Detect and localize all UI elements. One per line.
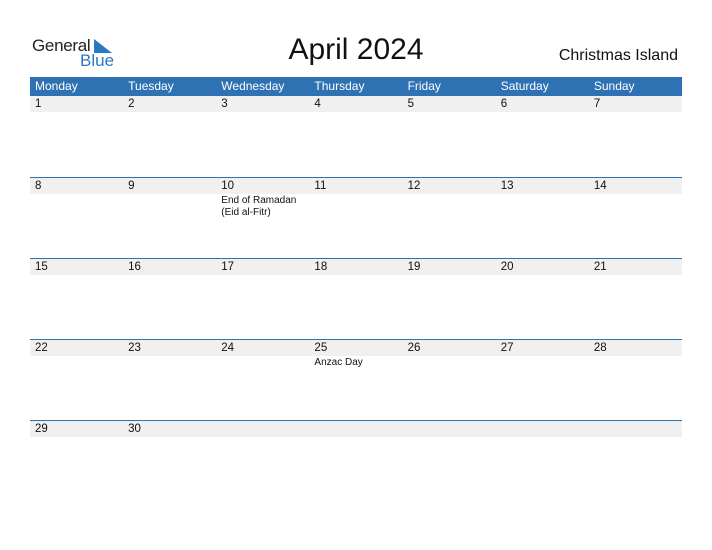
day-number: 3: [216, 96, 310, 112]
day-cell: 17: [216, 259, 310, 339]
day-cell: 22: [30, 340, 124, 420]
day-cell: 6: [495, 96, 589, 177]
holiday-label: End of Ramadan (Eid al-Fitr): [221, 195, 297, 218]
day-number: 6: [495, 96, 589, 112]
day-number: 19: [402, 259, 496, 275]
empty-day-cell: [402, 421, 496, 438]
day-cell: 29: [30, 421, 124, 438]
day-number: 1: [30, 96, 124, 112]
day-number: 16: [123, 259, 217, 275]
day-number: 24: [216, 340, 310, 356]
day-cell: 7: [588, 96, 682, 177]
day-number: 18: [309, 259, 403, 275]
day-cell: 12: [402, 178, 496, 258]
day-cell: 4: [309, 96, 403, 177]
week-row: 1234567: [30, 96, 682, 177]
weekday-tuesday: Tuesday: [128, 79, 174, 93]
day-cell: 19: [402, 259, 496, 339]
day-number: 26: [402, 340, 496, 356]
day-number: 27: [495, 340, 589, 356]
day-number: 29: [30, 421, 124, 437]
day-number: 20: [495, 259, 589, 275]
day-cell: 5: [402, 96, 496, 177]
day-number: 30: [123, 421, 217, 437]
empty-day-cell: [216, 421, 310, 438]
day-number: [402, 421, 496, 437]
weekday-sunday: Sunday: [593, 79, 635, 93]
day-cell: 24: [216, 340, 310, 420]
empty-day-cell: [309, 421, 403, 438]
day-cell: 25 Anzac Day: [309, 340, 403, 420]
day-cell: 26: [402, 340, 496, 420]
day-number: 2: [123, 96, 217, 112]
day-cell: 2: [123, 96, 217, 177]
day-cell: 8: [30, 178, 124, 258]
day-number: 13: [495, 178, 589, 194]
day-cell: 14: [588, 178, 682, 258]
day-number: 9: [123, 178, 217, 194]
day-cell: 11: [309, 178, 403, 258]
day-number: 15: [30, 259, 124, 275]
day-number: 4: [309, 96, 403, 112]
day-cell: 15: [30, 259, 124, 339]
day-cell: 13: [495, 178, 589, 258]
empty-day-cell: [588, 421, 682, 438]
day-cell: 27: [495, 340, 589, 420]
day-number: [495, 421, 589, 437]
day-number: 11: [309, 178, 403, 194]
holiday-label: Anzac Day: [314, 357, 363, 368]
day-number: [216, 421, 310, 437]
day-cell: 18: [309, 259, 403, 339]
day-cell: 30: [123, 421, 217, 438]
day-cell: 23: [123, 340, 217, 420]
day-cell: 1: [30, 96, 124, 177]
day-number: 28: [588, 340, 682, 356]
day-number: 21: [588, 259, 682, 275]
day-cell: 28: [588, 340, 682, 420]
week-row: 29 30: [30, 420, 682, 438]
day-number: 8: [30, 178, 124, 194]
weekday-friday: Friday: [407, 79, 441, 93]
day-number: [309, 421, 403, 437]
empty-day-cell: [495, 421, 589, 438]
day-number: 10: [216, 178, 310, 194]
day-number: 22: [30, 340, 124, 356]
week-row: 15 16 17 18 19 20 21: [30, 258, 682, 339]
weekday-wednesday: Wednesday: [221, 79, 285, 93]
weekday-thursday: Thursday: [314, 79, 365, 93]
day-number: 17: [216, 259, 310, 275]
day-number: [588, 421, 682, 437]
region-label: Christmas Island: [558, 47, 678, 64]
day-cell: 3: [216, 96, 310, 177]
day-cell: 21: [588, 259, 682, 339]
week-row: 8 9 10 End of Ramadan (Eid al-Fitr) 11 12 13 14: [30, 177, 682, 258]
day-cell: 20: [495, 259, 589, 339]
weekday-header: Monday Tuesday Wednesday Thursday Friday Satu…: [30, 77, 682, 96]
calendar-grid: Monday Tuesday Wednesday Thursday Friday Satu…: [30, 77, 682, 438]
week-row: 22 23 24 25 Anzac Day 26 27 28: [30, 339, 682, 420]
day-number: 23: [123, 340, 217, 356]
day-cell: 9: [123, 178, 217, 258]
day-number: 14: [588, 178, 682, 194]
day-number: 5: [402, 96, 496, 112]
day-cell: 10 End of Ramadan (Eid al-Fitr): [216, 178, 310, 258]
day-number: 25: [309, 340, 403, 356]
day-number: 7: [588, 96, 682, 112]
day-cell: 16: [123, 259, 217, 339]
weekday-saturday: Saturday: [500, 79, 549, 93]
day-number: 12: [402, 178, 496, 194]
weekday-monday: Monday: [35, 79, 78, 93]
